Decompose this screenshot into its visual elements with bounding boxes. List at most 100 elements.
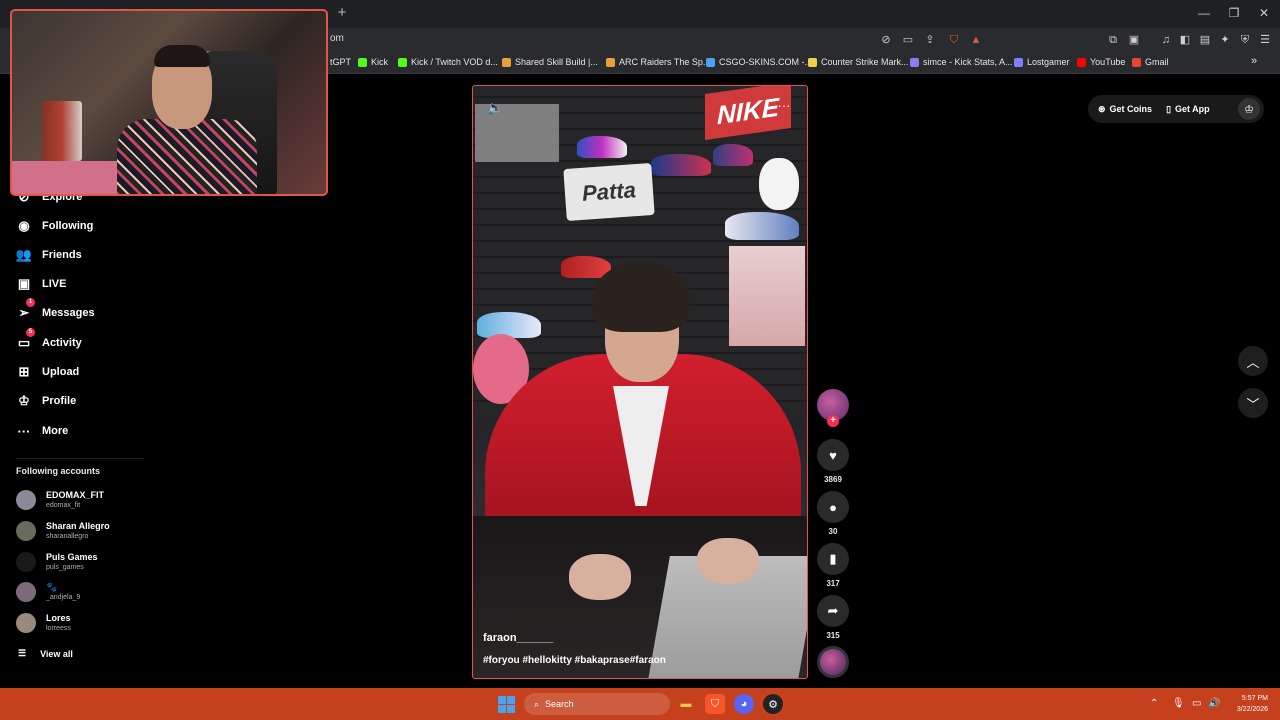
maximize-button[interactable]: ❐	[1222, 5, 1246, 21]
get-coins-button[interactable]: ⊛ Get Coins	[1098, 104, 1152, 115]
bookmark-label: simce - Kick Stats, A...	[923, 57, 1013, 67]
leo-ai-icon[interactable]: ✦	[1218, 33, 1232, 47]
sidebar-toggle-icon[interactable]: ◧	[1178, 33, 1192, 47]
webcam-streamer-shirt	[117, 119, 257, 194]
account-text: Sharan Allegro sharanallegro	[46, 521, 110, 541]
bookmark-favicon-icon	[1014, 57, 1023, 67]
bookmark-item[interactable]: Shared Skill Build |...	[502, 57, 598, 67]
file-explorer-icon[interactable]: ▬	[676, 694, 696, 714]
bookmark-item[interactable]: tGPT	[330, 57, 351, 67]
steam-icon[interactable]: ⚙	[763, 694, 783, 714]
video-player[interactable]: NIKE Patta 🔈 ··· faraon______ #foryou #h…	[472, 85, 808, 679]
taskbar-search[interactable]: ⌕ Search	[524, 693, 670, 715]
bookmark-item[interactable]: Gmail	[1132, 57, 1169, 67]
discord-icon[interactable]: ◕	[734, 694, 754, 714]
music-disc-avatar[interactable]	[817, 646, 849, 678]
sidebar-item-label: Following	[42, 220, 94, 232]
following-accounts-title: Following accounts	[16, 466, 101, 476]
network-icon[interactable]: ▭	[1192, 698, 1201, 709]
next-video-button[interactable]: ﹀	[1238, 388, 1268, 418]
account-name: 🐾	[46, 582, 58, 592]
bookmark-item[interactable]: Kick / Twitch VOD d...	[398, 57, 498, 67]
get-coins-label: Get Coins	[1109, 104, 1153, 114]
menu-icon[interactable]: ☰	[1258, 33, 1272, 47]
tray-chevron-icon[interactable]: ⌃	[1150, 698, 1158, 709]
bookmark-item[interactable]: Kick	[358, 57, 388, 67]
patta-box: Patta	[563, 162, 655, 222]
sneaker-shoe	[713, 144, 753, 166]
rewards-icon[interactable]: ▲	[969, 33, 983, 47]
share-action[interactable]: ➦ 315	[817, 595, 849, 640]
bookmark-item[interactable]: YouTube	[1077, 57, 1125, 67]
new-tab-button[interactable]: +	[334, 5, 350, 21]
taskbar-search-label: Search	[545, 699, 574, 709]
following-account[interactable]: 🐾 _andjela_9	[16, 579, 80, 605]
view-all-button[interactable]: ☰ View all	[18, 648, 73, 659]
account-text: 🐾 _andjela_9	[46, 582, 80, 602]
bookmark-favicon-icon	[1132, 57, 1141, 67]
follow-plus-icon[interactable]: +	[827, 415, 839, 427]
sidebar-item-friends[interactable]: 👥 Friends	[16, 244, 82, 266]
tracking-icon[interactable]: ⊘	[879, 33, 893, 47]
notification-badge: 5	[26, 328, 35, 337]
sidebar-item-upload[interactable]: ⊞ Upload	[16, 361, 80, 383]
taskbar-clock[interactable]: 5:57 PM 3/22/2026	[1222, 693, 1268, 715]
save-action[interactable]: ▮ 317	[817, 543, 849, 588]
minimize-button[interactable]: —	[1192, 5, 1216, 21]
get-app-button[interactable]: ▯ Get App	[1166, 104, 1210, 115]
cast-icon[interactable]: ▭	[901, 33, 915, 47]
comment-action[interactable]: ● 30	[817, 491, 849, 536]
bookmark-label: Kick / Twitch VOD d...	[411, 57, 498, 67]
share-arrow-icon[interactable]: ➦	[817, 595, 849, 627]
microphone-icon[interactable]: 🎙	[1172, 698, 1185, 709]
bookmark-item[interactable]: CSGO-SKINS.COM -...	[706, 57, 812, 67]
wallet-icon[interactable]: ▣	[1127, 33, 1141, 47]
wallet-card-icon[interactable]: ▤	[1198, 33, 1212, 47]
heart-icon[interactable]: ♥	[817, 439, 849, 471]
previous-video-button[interactable]: ︿	[1238, 346, 1268, 376]
account-name: Sharan Allegro	[46, 521, 110, 531]
share-icon[interactable]: ⇪	[923, 33, 937, 47]
sidebar-item-messages[interactable]: ➢ 1 Messages	[16, 298, 95, 324]
bookmark-item[interactable]: ARC Raiders The Sp...	[606, 57, 710, 67]
windows-start-icon[interactable]	[498, 696, 515, 713]
following-account[interactable]: Puls Games puls_games	[16, 549, 98, 575]
bookmark-item[interactable]: simce - Kick Stats, A...	[910, 57, 1013, 67]
bookmarks-overflow-button[interactable]: »	[1251, 55, 1257, 67]
webcam-overlay	[10, 9, 328, 196]
following-account[interactable]: EDOMAX_FIT edomax_fit	[16, 487, 104, 513]
right-hand	[697, 538, 759, 584]
sidebar-item-profile[interactable]: ♔ Profile	[16, 390, 76, 412]
avatar	[16, 552, 36, 572]
get-app-label: Get App	[1175, 104, 1210, 114]
more-options-icon[interactable]: ···	[775, 98, 793, 114]
bookmark-label: Shared Skill Build |...	[515, 57, 598, 67]
video-author[interactable]: faraon______	[483, 632, 553, 644]
url-field[interactable]: om	[330, 33, 344, 44]
comment-icon[interactable]: ●	[817, 491, 849, 523]
brave-shield-icon[interactable]: ⛉	[947, 33, 961, 47]
extensions-icon[interactable]: ⧉	[1106, 33, 1120, 47]
video-hashtags[interactable]: #foryou #hellokitty #bakaprase#faraon	[483, 655, 666, 666]
following-account[interactable]: Lores lorreess	[16, 610, 71, 636]
sidebar-item-label: Profile	[42, 395, 77, 407]
close-window-button[interactable]: ✕	[1252, 5, 1276, 21]
like-action[interactable]: ♥ 3869	[817, 439, 849, 484]
bookmark-item[interactable]: Lostgamer	[1014, 57, 1070, 67]
profile-avatar[interactable]: ♔	[1238, 98, 1260, 120]
sidebar-item-activity[interactable]: ▭ 5 Activity	[16, 328, 82, 354]
vpn-shield-icon[interactable]: ⛨	[1238, 33, 1252, 47]
bookmark-favicon-icon	[1077, 57, 1086, 67]
following-account[interactable]: Sharan Allegro sharanallegro	[16, 518, 110, 544]
sidebar-item-following[interactable]: ◉ Following	[16, 215, 93, 237]
bookmark-item[interactable]: Counter Strike Mark...	[808, 57, 909, 67]
sidebar-item-live[interactable]: ▣ LIVE	[16, 273, 67, 295]
brave-browser-icon[interactable]: ⛉	[705, 694, 725, 714]
media-icon[interactable]: ♫	[1159, 33, 1173, 47]
volume-tray-icon[interactable]: 🔊	[1208, 698, 1220, 709]
volume-icon[interactable]: 🔈	[487, 100, 505, 116]
bookmark-icon[interactable]: ▮	[817, 543, 849, 575]
sidebar-item-more[interactable]: ··· More	[16, 420, 69, 442]
account-username: _andjela_9	[46, 594, 81, 601]
coin-icon: ⊛	[1098, 103, 1106, 114]
